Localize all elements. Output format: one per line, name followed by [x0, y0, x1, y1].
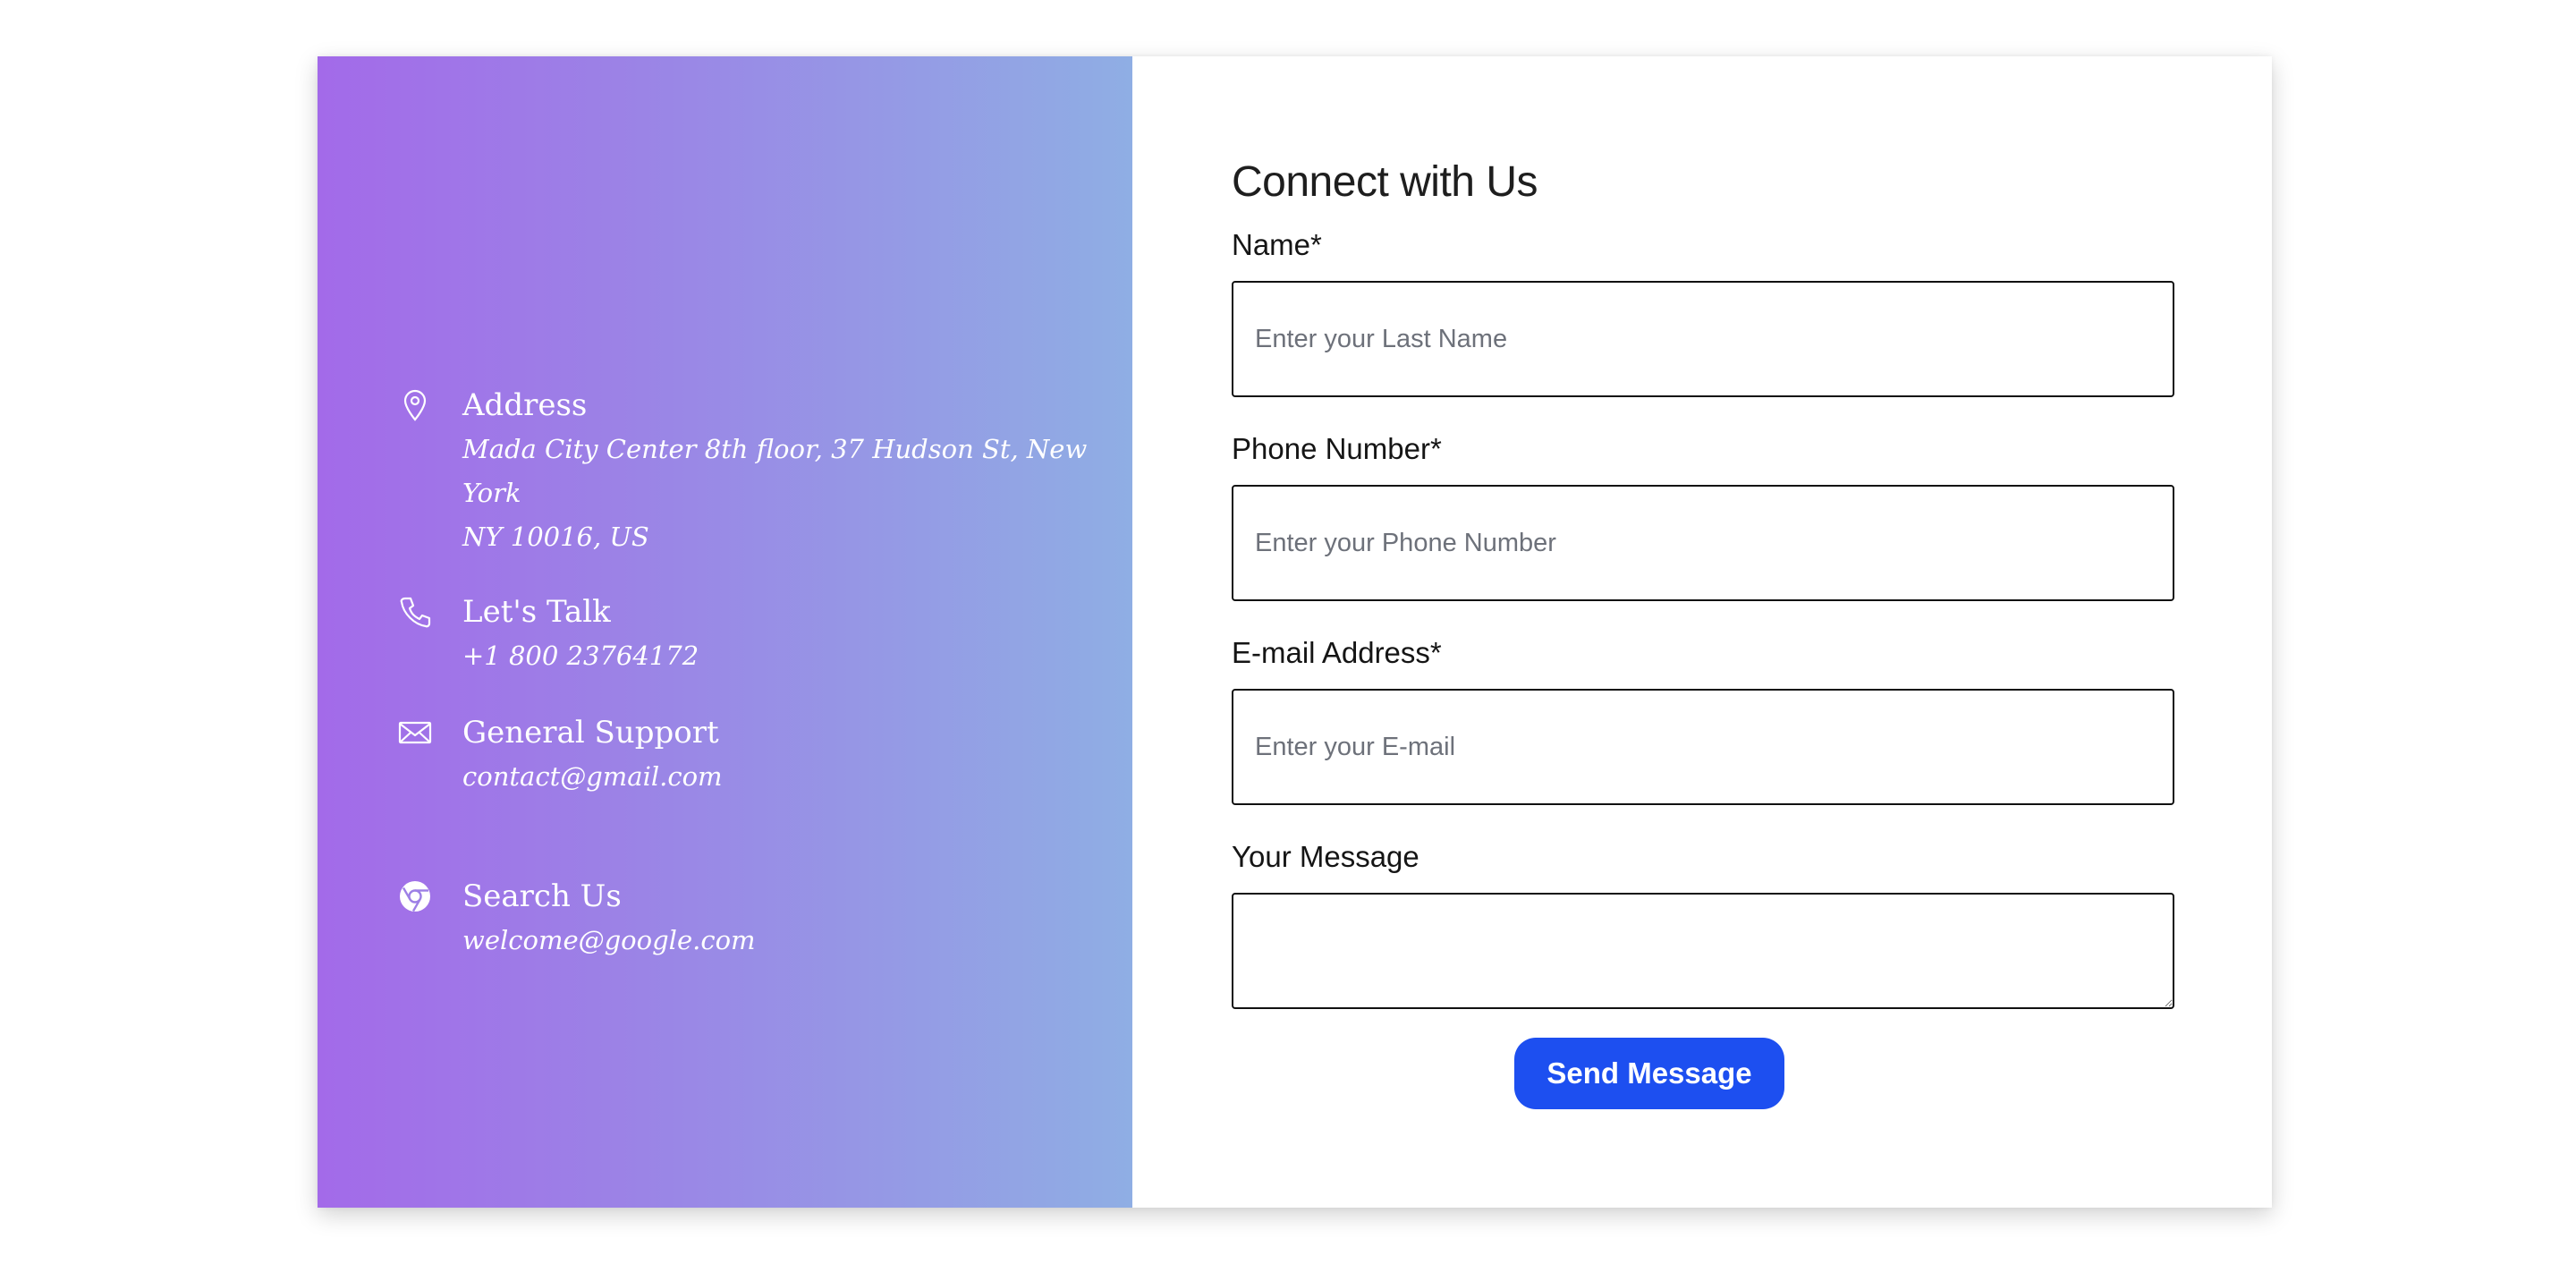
address-info: Address Mada City Center 8th floor, 37 H… [398, 387, 1132, 559]
envelope-icon [398, 716, 432, 750]
address-title: Address [462, 387, 588, 423]
email-label: E-mail Address* [1232, 636, 1442, 669]
search-title: Search Us [462, 878, 622, 914]
address-detail: Mada City Center 8th floor, 37 Hudson St… [462, 428, 1132, 559]
phone-detail: +1 800 23764172 [462, 640, 699, 671]
search-info: Search Us welcome@google.com [398, 878, 756, 963]
phone-label: Phone Number* [1232, 432, 1442, 465]
search-detail: welcome@google.com [462, 925, 756, 955]
contact-card: Address Mada City Center 8th floor, 37 H… [318, 56, 2272, 1208]
name-label: Name* [1232, 228, 1322, 261]
message-label: Your Message [1232, 840, 1419, 873]
form-title: Connect with Us [1232, 158, 1538, 206]
phone-input[interactable] [1232, 485, 2174, 601]
support-detail: contact@gmail.com [462, 761, 723, 792]
email-input[interactable] [1232, 689, 2174, 805]
send-message-button[interactable]: Send Message [1514, 1038, 1784, 1109]
map-pin-icon [398, 388, 432, 422]
phone-info: Let's Talk +1 800 23764172 [398, 594, 699, 678]
address-detail-line1: Mada City Center 8th floor, 37 Hudson St… [462, 434, 1088, 508]
name-input[interactable] [1232, 281, 2174, 397]
support-title: General Support [462, 715, 719, 751]
message-textarea[interactable] [1232, 893, 2174, 1009]
contact-form-panel: Connect with Us Name* Phone Number* E-ma… [1132, 56, 2272, 1208]
contact-info-panel: Address Mada City Center 8th floor, 37 H… [318, 56, 1132, 1208]
support-info: General Support contact@gmail.com [398, 715, 723, 799]
phone-title: Let's Talk [462, 594, 611, 630]
address-detail-line2: NY 10016, US [462, 522, 649, 552]
phone-icon [398, 595, 432, 629]
chrome-icon [398, 879, 432, 913]
